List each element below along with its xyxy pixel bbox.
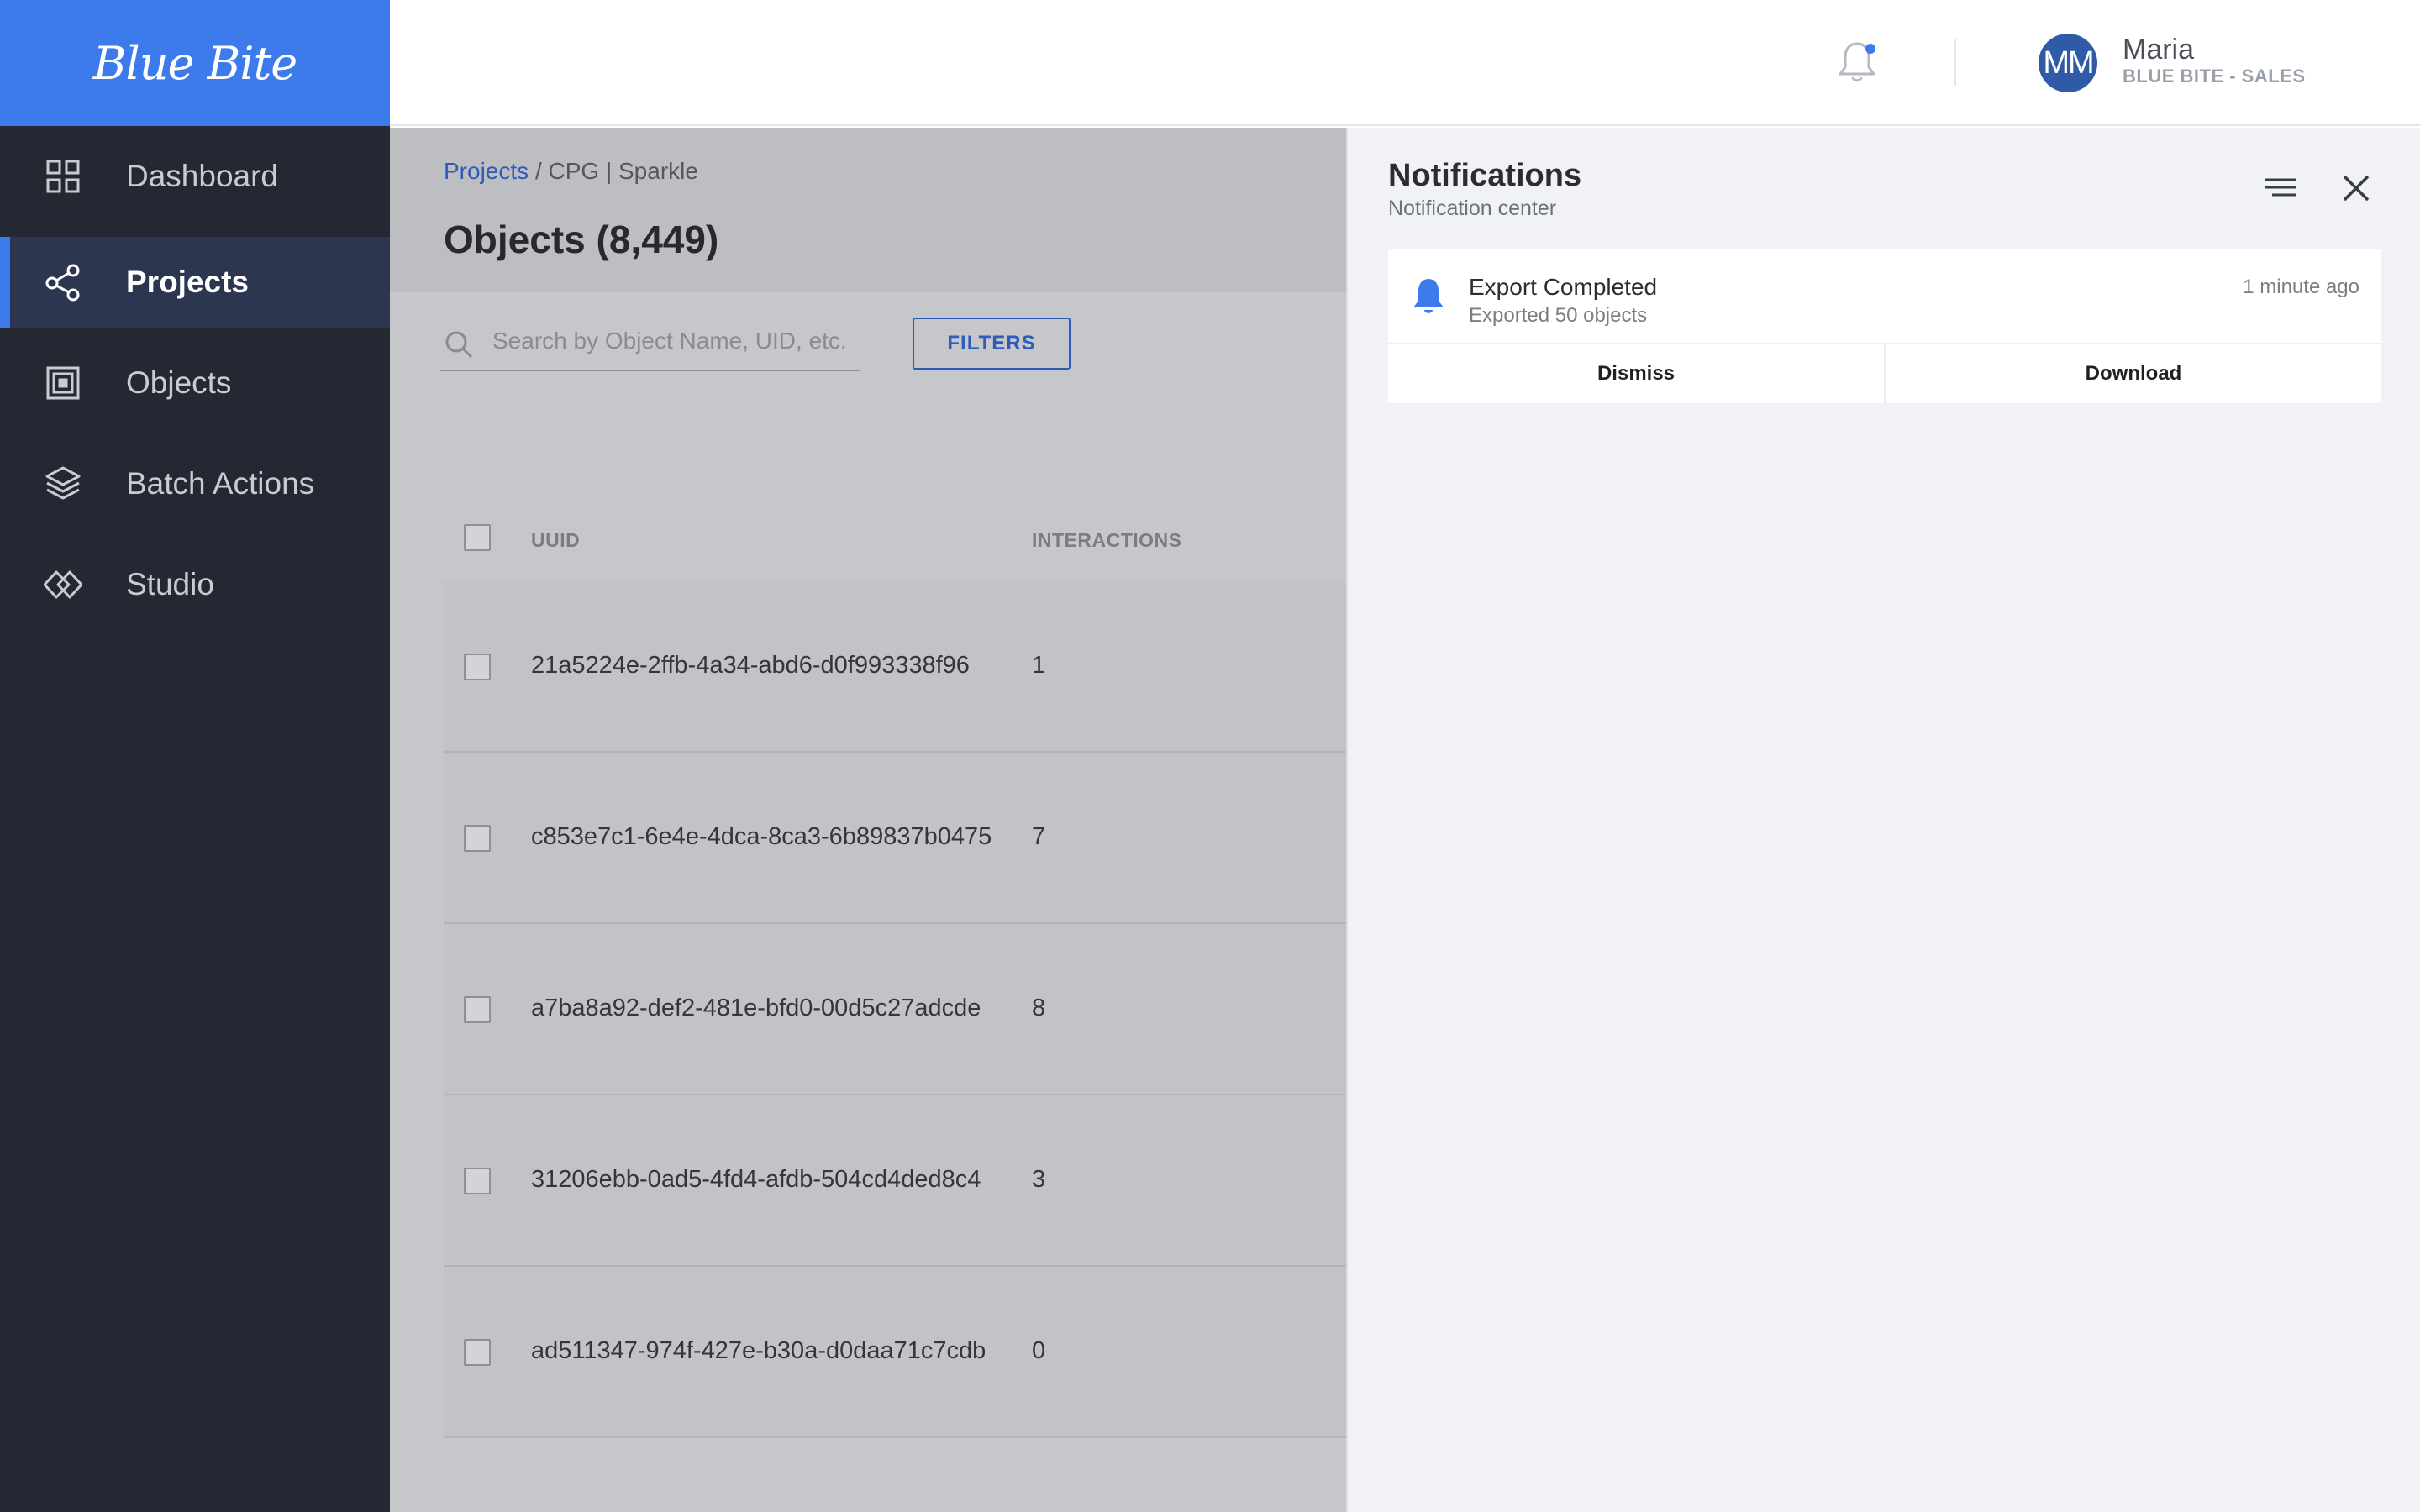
cell-uuid: ad511347-974f-427e-b30a-d0daa71c7cdb	[531, 1337, 986, 1364]
row-checkbox[interactable]	[464, 1339, 491, 1366]
cell-uuid: 21a5224e-2ffb-4a34-abd6-d0f993338f96	[531, 652, 970, 679]
column-header-interactions[interactable]: INTERACTIONS	[1032, 529, 1182, 552]
table-row[interactable]: a7ba8a92-def2-481e-bfd0-00d5c27adcde 8	[444, 924, 1346, 1095]
cell-uuid: c853e7c1-6e4e-4dca-8ca3-6b89837b0475	[531, 823, 992, 850]
sidebar-item-label: Objects	[126, 365, 232, 400]
user-org: BLUE BITE - SALES	[2123, 66, 2306, 87]
grid-icon	[44, 157, 82, 196]
cell-uuid: a7ba8a92-def2-481e-bfd0-00d5c27adcde	[531, 995, 981, 1021]
search-input[interactable]	[492, 323, 845, 360]
sidebar-nav: Dashboard Projects Objects Batch Actions…	[0, 126, 390, 630]
breadcrumb-link-projects[interactable]: Projects	[444, 158, 529, 184]
row-checkbox[interactable]	[464, 825, 491, 852]
sidebar-item-label: Dashboard	[126, 159, 279, 193]
select-all-checkbox[interactable]	[464, 524, 491, 551]
notifications-panel: Notifications Notification center Export…	[1346, 128, 2420, 1512]
layers-icon	[44, 465, 82, 503]
sidebar-item-objects[interactable]: Objects	[0, 338, 390, 428]
notification-actions: Dismiss Download	[1388, 343, 2381, 403]
objects-table: UUID INTERACTIONS 21a5224e-2ffb-4a34-abd…	[444, 497, 1346, 1438]
sidebar: Blue Bite Dashboard Projects Objects Bat…	[0, 0, 390, 1512]
unread-dot	[1865, 44, 1876, 54]
bell-icon	[1839, 42, 1876, 82]
row-checkbox[interactable]	[464, 996, 491, 1023]
panel-title: Notifications	[1388, 158, 1582, 193]
page-title: Objects (8,449)	[444, 218, 719, 261]
sidebar-item-label: Projects	[126, 265, 250, 299]
sidebar-item-projects[interactable]: Projects	[0, 237, 390, 328]
page-header-band	[390, 128, 1346, 292]
header-divider	[1954, 39, 1956, 86]
object-frame-icon	[44, 364, 82, 402]
dismiss-button[interactable]: Dismiss	[1388, 344, 1884, 403]
breadcrumb-separator: /	[534, 158, 542, 184]
sidebar-item-batch-actions[interactable]: Batch Actions	[0, 438, 390, 529]
table-row[interactable]: 31206ebb-0ad5-4fd4-afdb-504cd4ded8c4 3	[444, 1095, 1346, 1267]
cell-interactions: 8	[1032, 995, 1046, 1021]
notification-detail: Exported 50 objects	[1469, 304, 1648, 327]
table-header: UUID INTERACTIONS	[444, 497, 1346, 581]
column-header-uuid[interactable]: UUID	[531, 529, 580, 552]
sidebar-item-label: Batch Actions	[126, 466, 315, 501]
user-name[interactable]: Maria	[2123, 34, 2194, 66]
cell-interactions: 0	[1032, 1337, 1046, 1364]
cell-interactions: 3	[1032, 1166, 1046, 1193]
table-row[interactable]: c853e7c1-6e4e-4dca-8ca3-6b89837b0475 7	[444, 753, 1346, 924]
cell-interactions: 7	[1032, 823, 1046, 850]
notification-card: Export Completed Exported 50 objects 1 m…	[1388, 249, 2381, 403]
bell-icon	[1413, 279, 1444, 313]
close-icon[interactable]	[2339, 171, 2373, 205]
row-checkbox[interactable]	[464, 1168, 491, 1194]
cell-uuid: 31206ebb-0ad5-4fd4-afdb-504cd4ded8c4	[531, 1166, 981, 1193]
sidebar-item-dashboard[interactable]: Dashboard	[0, 126, 390, 227]
avatar-initials: MM	[2043, 45, 2094, 81]
notifications-button[interactable]	[1832, 37, 1882, 87]
top-header: MM Maria BLUE BITE - SALES	[390, 0, 2420, 126]
objects-page: Projects / CPG | Sparkle Objects (8,449)…	[390, 128, 1346, 1512]
sidebar-item-studio[interactable]: Studio	[0, 539, 390, 630]
notification-title: Export Completed	[1469, 274, 1658, 300]
cell-interactions: 1	[1032, 652, 1046, 679]
avatar[interactable]: MM	[2039, 34, 2097, 92]
download-button[interactable]: Download	[1884, 344, 2381, 403]
search-icon	[445, 331, 473, 359]
menu-lines-icon[interactable]	[2264, 176, 2297, 202]
breadcrumb-current: CPG | Sparkle	[548, 158, 698, 184]
brand-logo-text: Blue Bite	[92, 36, 297, 90]
search-field[interactable]	[440, 314, 860, 371]
filters-button[interactable]: FILTERS	[913, 318, 1071, 370]
notification-time: 1 minute ago	[2243, 276, 2360, 298]
table-row[interactable]: ad511347-974f-427e-b30a-d0daa71c7cdb 0	[444, 1267, 1346, 1438]
row-checkbox[interactable]	[464, 654, 491, 680]
studio-diamond-icon	[44, 565, 82, 604]
breadcrumb: Projects / CPG | Sparkle	[444, 158, 698, 185]
table-row[interactable]: 21a5224e-2ffb-4a34-abd6-d0f993338f96 1	[444, 581, 1346, 753]
panel-subtitle: Notification center	[1388, 197, 1557, 220]
sidebar-item-label: Studio	[126, 567, 214, 601]
share-nodes-icon	[44, 263, 82, 302]
brand-logo[interactable]: Blue Bite	[0, 0, 390, 126]
